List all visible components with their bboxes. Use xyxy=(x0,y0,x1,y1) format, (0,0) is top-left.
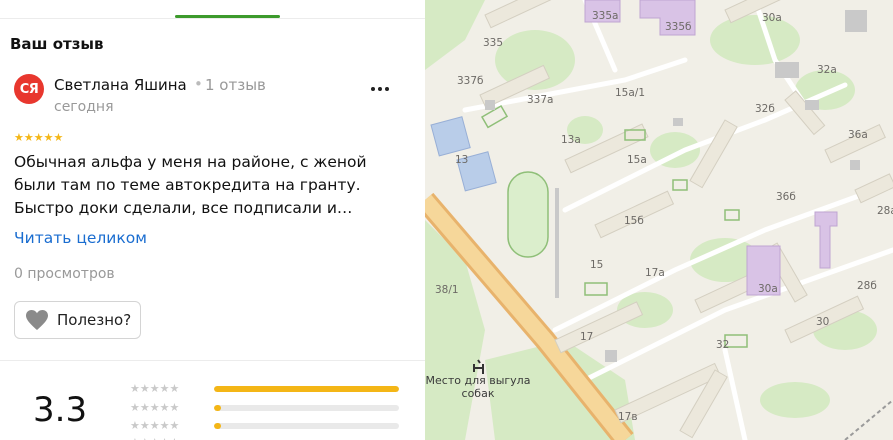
map-label: 17 xyxy=(580,331,593,343)
map-label: 17а xyxy=(645,267,665,279)
map-label: 36а xyxy=(848,129,868,141)
read-more-link[interactable]: Читать целиком xyxy=(14,229,147,247)
overall-rating: 3.3 xyxy=(33,390,88,430)
row-stars: ★★★★★ xyxy=(130,382,180,395)
review-text: Обычная альфа у меня на районе, с женой … xyxy=(14,151,404,220)
map-label: 15а/1 xyxy=(615,87,645,99)
rating-bar xyxy=(214,423,399,429)
rating-bar-fill xyxy=(214,405,222,411)
separator-dot: • xyxy=(194,75,203,93)
rating-bar xyxy=(214,405,399,411)
section-title: Ваш отзыв xyxy=(10,35,104,53)
rating-bar xyxy=(214,386,399,392)
review-text-line: Обычная альфа у меня на районе, с женой xyxy=(14,153,367,171)
map-label: 30 xyxy=(816,316,829,328)
map-label: 337а xyxy=(527,94,553,106)
map-label: 30а xyxy=(762,12,782,24)
dot-icon xyxy=(371,87,375,91)
poi-label-line: Место для выгула xyxy=(426,374,531,387)
map-label: 38/1 xyxy=(435,284,459,296)
row-stars: ★★★★★ xyxy=(130,401,180,414)
review-text-line: Быстро доки сделали, все подписали и… xyxy=(14,199,353,217)
map-label: 13 xyxy=(455,154,468,166)
map-label: 335а xyxy=(592,10,618,22)
row-stars: ★★★★★ xyxy=(130,419,180,432)
useful-button[interactable]: Полезно? xyxy=(14,301,141,339)
map-label: 30а xyxy=(758,283,778,295)
divider xyxy=(0,360,425,361)
map-label: 17в xyxy=(618,411,638,423)
map-label: 32б xyxy=(755,103,775,115)
map-label: 335б xyxy=(665,21,692,33)
map-label: 32 xyxy=(716,339,729,351)
map-label: 335 xyxy=(483,37,503,49)
poi-label-line: собак xyxy=(462,387,495,400)
map-label: 337б xyxy=(457,75,484,87)
more-options-button[interactable] xyxy=(366,76,394,102)
author-name[interactable]: Светлана Яшина xyxy=(54,76,187,94)
views-count: 0 просмотров xyxy=(14,266,115,282)
map-label: 28а xyxy=(877,205,893,217)
review-date: сегодня xyxy=(54,99,114,115)
map-label: 15а xyxy=(627,154,647,166)
avatar[interactable]: СЯ xyxy=(14,74,44,104)
dot-icon xyxy=(378,87,382,91)
map-label: 13а xyxy=(561,134,581,146)
dot-icon xyxy=(385,87,389,91)
author-review-count: 1 отзыв xyxy=(205,76,266,94)
divider xyxy=(0,18,425,19)
rail-line xyxy=(844,399,893,440)
rating-bar-fill xyxy=(214,423,222,429)
map-view[interactable]: 335а 335б 30а 335 32а 337б 337а 15а/1 32… xyxy=(425,0,893,440)
rating-bar-fill xyxy=(214,386,399,392)
map-label: 28б xyxy=(857,280,877,292)
review-stars: ★★★★★ xyxy=(14,131,64,144)
map-canvas[interactable]: 335а 335б 30а 335 32а 337б 337а 15а/1 32… xyxy=(425,0,893,440)
map-label: 32а xyxy=(817,64,837,76)
map-label: 36б xyxy=(776,191,796,203)
useful-label: Полезно? xyxy=(57,311,132,329)
stadium xyxy=(507,171,549,258)
row-stars: ★★★★★ xyxy=(130,436,210,440)
map-label: 15б xyxy=(624,215,644,227)
heart-icon xyxy=(26,310,48,330)
review-text-line: были там по теме автокредита на гранту. xyxy=(14,176,361,194)
map-label: 15 xyxy=(590,259,603,271)
review-panel: Ваш отзыв СЯ Светлана Яшина • 1 отзыв се… xyxy=(0,0,426,440)
